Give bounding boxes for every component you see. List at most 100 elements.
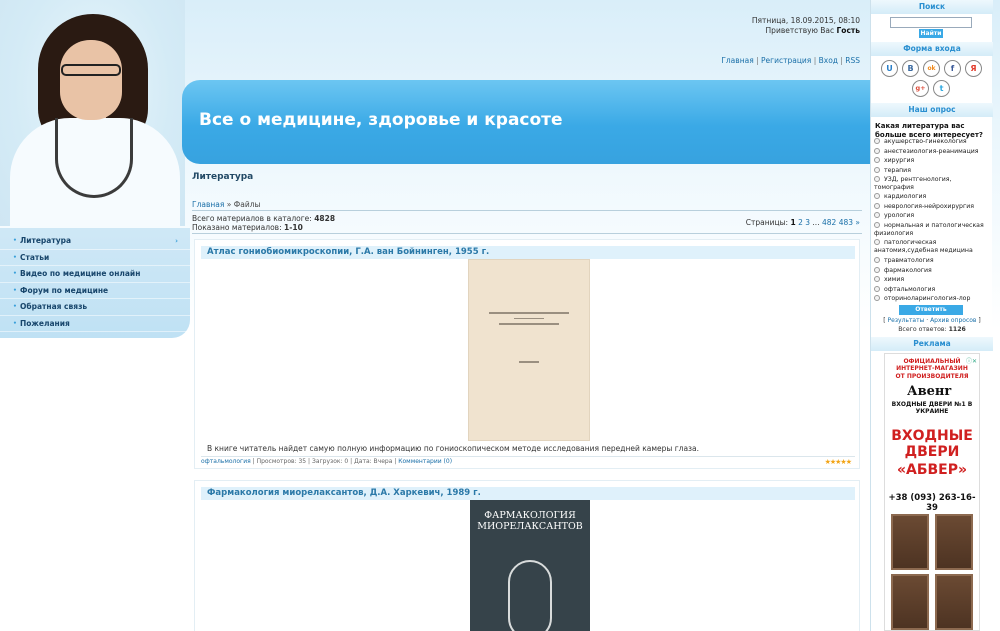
entry-category[interactable]: офтальмология [201, 458, 251, 465]
search-button[interactable]: Найти [919, 29, 943, 38]
poll-links: [ Результаты · Архив опросов ] [883, 317, 981, 324]
radio-button[interactable] [874, 202, 880, 209]
menu-item-label: Форум по медицине [20, 285, 109, 295]
yandex-login-icon[interactable]: Я [965, 60, 982, 77]
poll-option-label: нормальная и патологическая физиология [874, 221, 984, 237]
radio-button[interactable] [874, 138, 880, 144]
poll-option[interactable]: акушерство-гинекология [874, 138, 992, 146]
radio-button[interactable] [874, 166, 880, 173]
ucoz-login-icon[interactable]: U [881, 60, 898, 77]
poll-option-label: патологическая анатомия,судебная медицин… [874, 239, 973, 254]
poll-archive-link[interactable]: Архив опросов [930, 317, 976, 324]
radio-button[interactable] [874, 266, 880, 273]
radio-button[interactable] [874, 276, 880, 282]
book-cover[interactable]: ФАРМАКОЛОГИЯ МИОРЕЛАКСАНТОВ [470, 500, 590, 631]
google-login-icon[interactable]: g+ [912, 80, 929, 97]
vkontakte-login-icon[interactable]: B [902, 60, 919, 77]
radio-button[interactable] [874, 147, 880, 154]
facebook-login-icon[interactable]: f [944, 60, 961, 77]
radio-button[interactable] [874, 157, 880, 163]
ad-banner[interactable]: ⓘ✕ ОФИЦИАЛЬНЫЙ ИНТЕРНЕТ-МАГАЗИН ОТ ПРОИЗ… [884, 353, 980, 631]
entry-date: Дата: Вчера [354, 458, 393, 465]
bullet-icon: • [13, 270, 17, 277]
cover-line [514, 318, 544, 319]
poll-option[interactable]: терапия [874, 166, 992, 175]
poll-option-label: оториноларингология-лор [884, 295, 971, 302]
right-sidebar: Поиск Найти Форма входа U B ok f Я g+ t … [870, 0, 993, 631]
section-title: Литература [192, 172, 254, 182]
door-image [935, 574, 973, 630]
radio-button[interactable] [874, 193, 880, 199]
poll-option[interactable]: кардиология [874, 193, 992, 201]
poll-option[interactable]: урология [874, 212, 992, 220]
page-next[interactable]: » [855, 218, 860, 227]
page-link[interactable]: 2 [798, 218, 803, 227]
entry-comments[interactable]: Комментарии (0) [398, 458, 452, 465]
catalog-stats: Всего материалов в каталоге: 4828 Показа… [192, 210, 862, 234]
poll-option[interactable]: патологическая анатомия,судебная медицин… [874, 239, 992, 255]
site-title: Все о медицине, здоровье и красоте [199, 110, 563, 130]
radio-button[interactable] [874, 285, 880, 292]
page-link[interactable]: 3 [805, 218, 810, 227]
entry-title[interactable]: Атлас гониобиомикроскопии, Г.А. ван Бойн… [201, 246, 855, 259]
page-link-current[interactable]: 1 [790, 218, 795, 227]
poll-option[interactable]: анестезиология-реанимация [874, 147, 992, 156]
entry-downloads: Загрузок: 0 [311, 458, 349, 465]
radio-button[interactable] [874, 257, 880, 263]
doctor-glasses [61, 64, 121, 76]
radio-button[interactable] [874, 221, 880, 228]
page-link[interactable]: 483 [839, 218, 853, 227]
top-links: Главная | Регистрация | Вход | RSS [721, 56, 860, 65]
breadcrumb-home[interactable]: Главная [192, 200, 224, 209]
door-image [891, 574, 929, 630]
menu-item-literature[interactable]: • Литература › [0, 233, 190, 250]
menu-item-video[interactable]: • Видео по медицине онлайн [0, 266, 190, 283]
menu-item-feedback[interactable]: • Обратная связь [0, 299, 190, 316]
radio-button[interactable] [874, 212, 880, 218]
poll-results-link[interactable]: Результаты [888, 317, 925, 324]
breadcrumb-current: Файлы [233, 200, 261, 209]
odnoklassniki-login-icon[interactable]: ok [923, 60, 940, 77]
file-entry: Фармакология миорелаксантов, Д.А. Харкев… [194, 480, 860, 631]
radio-button[interactable] [874, 295, 880, 301]
poll-option[interactable]: УЗД, рентгенология, томография [874, 176, 992, 192]
greeting-user: Гость [836, 26, 860, 35]
link-home[interactable]: Главная [721, 56, 753, 65]
file-entry: Атлас гониобиомикроскопии, Г.А. ван Бойн… [194, 239, 860, 469]
radio-button[interactable] [874, 239, 880, 245]
twitter-login-icon[interactable]: t [933, 80, 950, 97]
cover-line [489, 312, 569, 314]
vote-button[interactable]: Ответить [899, 305, 963, 315]
poll-option[interactable]: неврология-нейрохирургия [874, 202, 992, 211]
poll-option[interactable]: травматология [874, 257, 992, 265]
poll-option[interactable]: хирургия [874, 157, 992, 165]
poll-option[interactable]: фармакология [874, 266, 992, 275]
link-login[interactable]: Вход [819, 56, 838, 65]
poll-option[interactable]: офтальмология [874, 285, 992, 294]
left-menu: • Литература › • Статьи • Видео по медиц… [0, 228, 190, 338]
total-value: 4828 [314, 214, 336, 223]
poll-option[interactable]: нормальная и патологическая физиология [874, 221, 992, 238]
poll-option-label: химия [884, 276, 905, 283]
entry-title[interactable]: Фармакология миорелаксантов, Д.А. Харкев… [201, 487, 855, 500]
bullet-icon: • [13, 286, 17, 294]
current-datetime: Пятница, 18.09.2015, 08:10 [751, 16, 860, 25]
rating-stars-icon[interactable]: ★★★★★ [825, 457, 852, 467]
poll-option[interactable]: оториноларингология-лор [874, 295, 992, 303]
ad-headline: «АБВЕР» [896, 462, 968, 478]
book-cover[interactable] [468, 259, 590, 441]
menu-item-wishes[interactable]: • Пожелания [0, 316, 190, 332]
page-link[interactable]: 482 [822, 218, 836, 227]
link-register[interactable]: Регистрация [761, 56, 811, 65]
ad-line: ВХОДНЫЕ ДВЕРИ №1 В УКРАИНЕ [891, 401, 973, 415]
link-rss[interactable]: RSS [845, 56, 860, 65]
menu-item-forum[interactable]: • Форум по медицине [0, 283, 190, 299]
poll-total-label: Всего ответов: [898, 326, 947, 333]
search-input[interactable] [890, 17, 972, 28]
menu-item-label: Пожелания [20, 318, 70, 328]
cover-emblem-icon [508, 560, 552, 631]
pagination: Страницы: 1 2 3 ... 482 483 » [746, 218, 860, 228]
poll-option[interactable]: химия [874, 276, 992, 284]
radio-button[interactable] [874, 176, 880, 182]
menu-item-articles[interactable]: • Статьи [0, 250, 190, 266]
